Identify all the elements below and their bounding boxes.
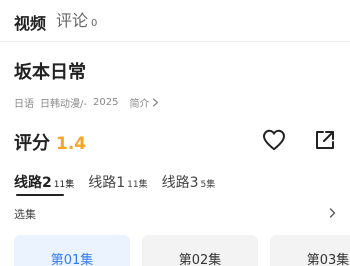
heart-icon: [263, 129, 285, 151]
route-tab-count: 5集: [200, 180, 216, 190]
meta-category: 日韩动漫/-: [40, 99, 87, 110]
video-title: 坂本日常: [14, 62, 86, 83]
route-tab-label: 线路1: [88, 175, 126, 191]
route-tab-count: 11集: [127, 180, 148, 190]
chevron-right-icon: [153, 98, 159, 107]
chevron-right-icon[interactable]: [329, 208, 336, 218]
episode-label: 第01集: [50, 253, 94, 266]
intro-label: 简介: [129, 99, 150, 110]
tab-comments[interactable]: 评论 0: [56, 11, 97, 34]
route-tab-2[interactable]: 线路2 11集: [14, 172, 74, 198]
route-tab-label: 线路2: [14, 175, 52, 191]
episodes-heading: 选集: [14, 208, 36, 221]
top-tab-bar: 视频 评论 0: [14, 10, 97, 34]
intro-link[interactable]: 简介: [129, 95, 159, 110]
route-tab-count: 11集: [53, 180, 75, 190]
episode-chip[interactable]: 第03集: [270, 235, 350, 266]
share-button[interactable]: [312, 127, 338, 153]
rating-label: 评分: [14, 133, 50, 154]
meta-language: 日语: [14, 99, 34, 110]
video-detail-page: 视频 评论 0 坂本日常 日语 日韩动漫/- 2025 简介 评分 1.4 线路…: [0, 0, 350, 266]
route-tab-label: 线路3: [161, 175, 199, 191]
share-external-icon: [316, 131, 334, 149]
tab-comments-label: 评论: [56, 11, 89, 30]
favorite-button[interactable]: [261, 127, 287, 153]
rating: 评分 1.4: [14, 129, 86, 155]
top-divider: [0, 41, 350, 42]
episode-label: 第02集: [178, 253, 222, 266]
meta-year: 2025: [92, 97, 119, 108]
rating-value: 1.4: [56, 134, 87, 154]
tab-video[interactable]: 视频: [14, 14, 46, 34]
video-meta: 日语 日韩动漫/- 2025 简介: [14, 95, 159, 110]
active-tab-underline: [16, 194, 64, 196]
tab-video-label: 视频: [14, 14, 47, 33]
episode-chip[interactable]: 第02集: [142, 235, 258, 266]
episode-list: 第01集 第02集 第03集: [14, 235, 350, 266]
episode-label: 第03集: [306, 253, 350, 266]
episode-chip[interactable]: 第01集: [14, 235, 130, 266]
route-tabs: 线路2 11集 线路1 11集 线路3 5集: [14, 172, 215, 198]
route-tab-1[interactable]: 线路1 11集: [88, 172, 147, 198]
tab-comments-count: 0: [91, 18, 98, 29]
route-tab-3[interactable]: 线路3 5集: [162, 172, 216, 198]
